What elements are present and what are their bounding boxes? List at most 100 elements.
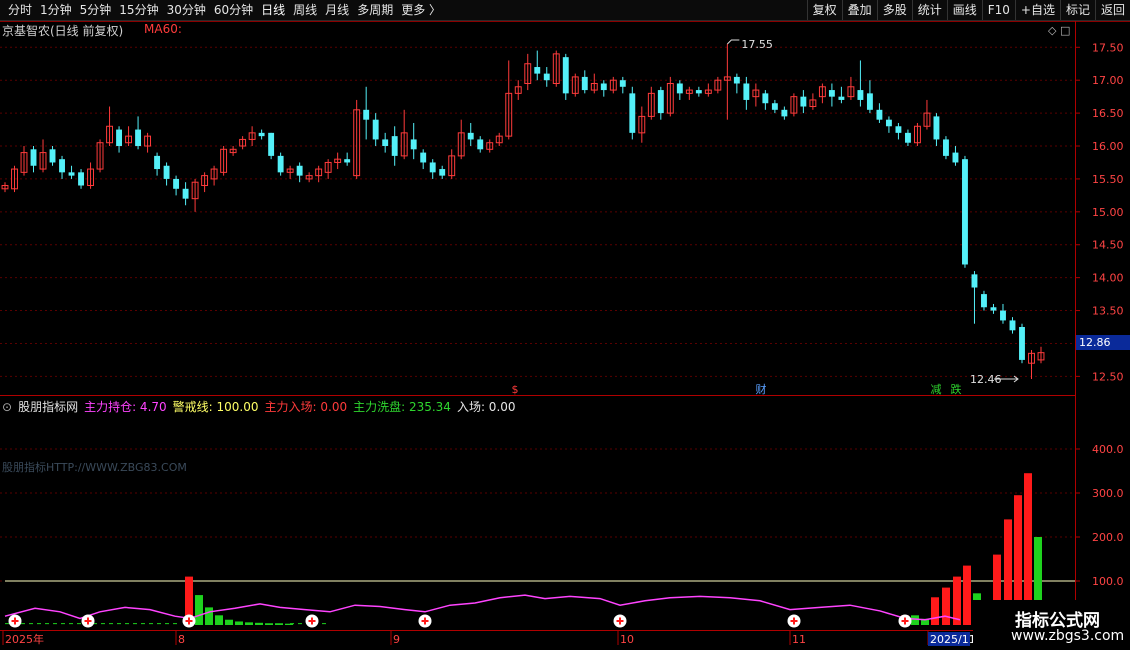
entry-marker-1 xyxy=(81,614,95,628)
entry-bar-5 xyxy=(963,565,971,625)
candle-body xyxy=(1019,327,1025,360)
sub-y-tick-0: 400.0 xyxy=(1092,443,1124,456)
candle-23 xyxy=(220,146,228,176)
candle-body xyxy=(296,165,303,176)
event-tag-1: 财 xyxy=(756,382,767,396)
candle-82 xyxy=(781,106,788,120)
candle-11 xyxy=(106,106,113,147)
candle-20 xyxy=(191,178,199,212)
candle-body xyxy=(962,159,968,265)
candle-5 xyxy=(49,146,56,166)
candle-100 xyxy=(952,146,959,166)
candle-97 xyxy=(923,99,931,130)
candle-92 xyxy=(876,103,883,123)
event-tag-2: 减 xyxy=(931,383,942,396)
candle-body xyxy=(800,96,807,107)
candle-8 xyxy=(78,169,84,189)
candle-body xyxy=(695,90,702,94)
entry-marker-6 xyxy=(787,614,801,628)
candle-50 xyxy=(477,136,484,153)
entry-marker-7 xyxy=(898,614,912,628)
candle-78 xyxy=(743,76,750,110)
candle-body xyxy=(876,109,883,120)
candle-61 xyxy=(581,70,588,94)
candle-80 xyxy=(762,90,769,110)
candle-body xyxy=(268,132,275,156)
candle-body xyxy=(657,90,664,114)
candle-39 xyxy=(372,113,379,147)
candle-15 xyxy=(144,132,152,153)
wash-bar-4 xyxy=(235,621,243,625)
candle-body xyxy=(1009,320,1016,331)
candle-body xyxy=(258,132,265,137)
candle-44 xyxy=(420,149,427,170)
candle-body xyxy=(30,149,37,166)
candle-body xyxy=(382,139,389,147)
candle-38 xyxy=(363,86,370,140)
candle-body xyxy=(933,116,940,140)
candle-85 xyxy=(809,93,817,110)
candle-24 xyxy=(229,146,237,156)
candle-body xyxy=(154,155,161,170)
candle-74 xyxy=(704,83,712,97)
candle-body xyxy=(1000,310,1006,321)
current-price-value: 12.86 xyxy=(1079,336,1111,349)
candle-108 xyxy=(1028,350,1035,379)
candle-70 xyxy=(666,76,674,117)
candle-45 xyxy=(429,159,436,179)
candle-94 xyxy=(895,122,902,140)
candle-body xyxy=(771,103,778,110)
candle-37 xyxy=(353,99,361,179)
high-marker-arrow xyxy=(726,39,740,45)
candle-body xyxy=(420,152,427,163)
candle-107 xyxy=(1019,323,1025,364)
diamond-icon: ◇ xyxy=(1048,24,1057,37)
y-tick-0: 17.50 xyxy=(1092,41,1124,54)
candle-29 xyxy=(277,152,284,176)
indicator-value-4: 入场: 0.00 xyxy=(456,400,516,414)
candle-79 xyxy=(752,83,760,107)
candle-106 xyxy=(1009,317,1016,334)
candle-body xyxy=(838,96,845,100)
candle-body xyxy=(78,172,84,186)
candle-7 xyxy=(68,165,75,179)
candle-48 xyxy=(457,119,465,160)
candle-40 xyxy=(382,132,389,153)
candle-body xyxy=(429,162,436,173)
candle-52 xyxy=(495,132,503,147)
indicator-value-2: 主力入场: 0.00 xyxy=(264,400,348,414)
candle-33 xyxy=(315,165,323,183)
wash-bar-2 xyxy=(215,615,223,625)
candle-84 xyxy=(800,90,807,114)
candle-2 xyxy=(20,146,28,176)
candle-body xyxy=(943,139,949,156)
entry-marker-5 xyxy=(613,614,627,628)
candle-body xyxy=(857,90,864,100)
candle-16 xyxy=(154,152,161,176)
wash-bar-3 xyxy=(225,619,233,625)
candle-96 xyxy=(913,122,921,147)
candle-66 xyxy=(629,86,636,140)
candle-body xyxy=(477,139,484,150)
candle-101 xyxy=(962,155,968,268)
y-tick-3: 16.00 xyxy=(1092,140,1124,153)
candle-body xyxy=(743,83,750,100)
indicator-collapse-icon[interactable]: ⊙ xyxy=(2,400,12,414)
candle-body xyxy=(410,139,417,150)
y-tick-10: 12.50 xyxy=(1092,370,1124,383)
indicator-source: 股朋指标网 xyxy=(18,400,79,414)
candle-36 xyxy=(344,152,351,166)
candle-body xyxy=(182,188,189,199)
candle-4 xyxy=(39,139,47,173)
candle-30 xyxy=(286,165,294,179)
entry-marker-4 xyxy=(418,614,432,628)
candle-body xyxy=(828,90,835,97)
candle-body xyxy=(904,132,911,143)
candle-body xyxy=(629,93,636,133)
chart-canvas[interactable]: 17.50 17.00 16.50 16.00 15.50 15.00 14.50 14.00… xyxy=(0,0,1130,650)
wash-bar-8 xyxy=(275,623,283,625)
candle-86 xyxy=(818,83,826,104)
candle-body xyxy=(372,119,379,140)
candle-76 xyxy=(723,44,731,120)
candle-body xyxy=(676,83,683,94)
